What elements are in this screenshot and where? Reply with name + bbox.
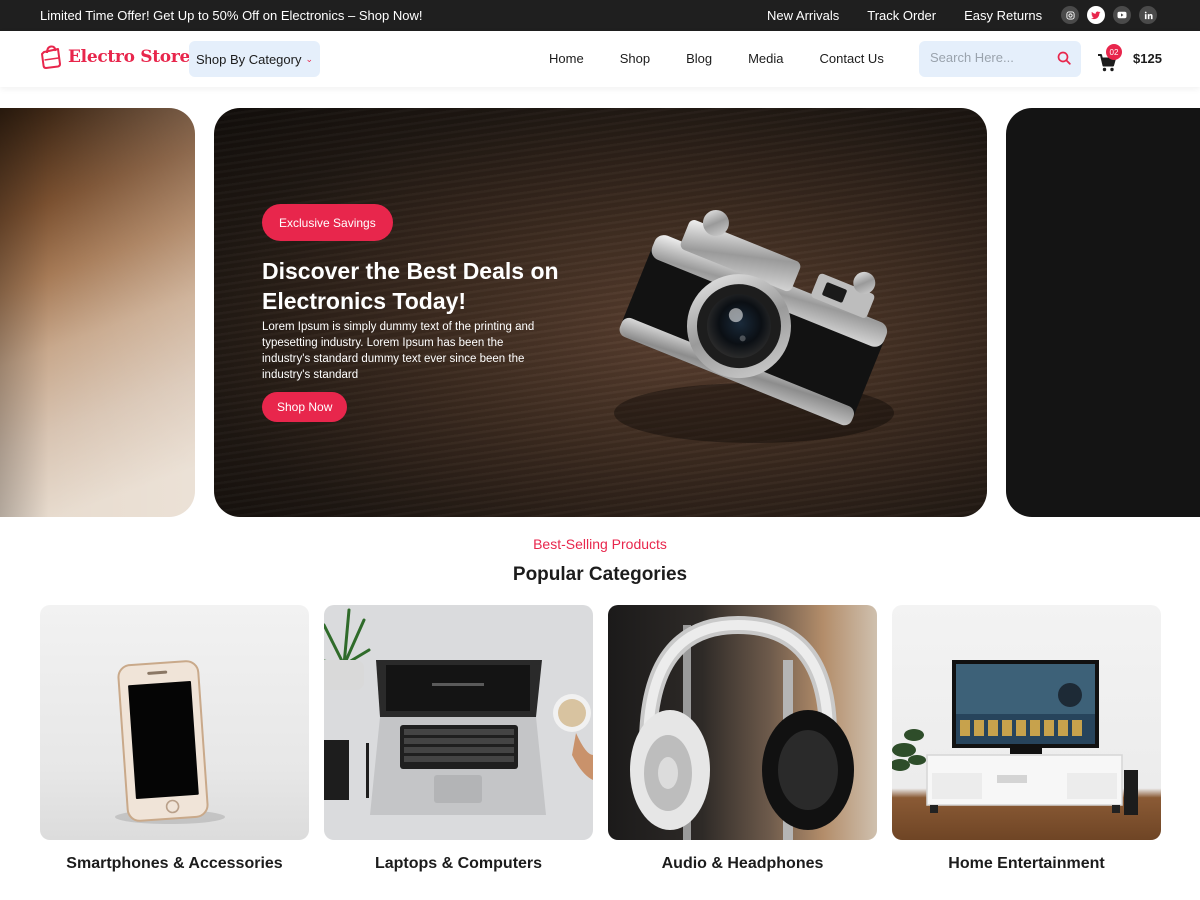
logo-text: Electro Store	[68, 47, 190, 67]
previous-slide[interactable]	[0, 108, 195, 517]
bag-logo-icon	[41, 45, 61, 69]
camera-image	[614, 209, 894, 443]
shop-now-button[interactable]: Shop Now	[262, 392, 348, 422]
category-label: Home Entertainment	[948, 855, 1105, 872]
cart-total: $125	[1133, 51, 1162, 66]
new-arrivals-link[interactable]: New Arrivals	[767, 8, 839, 23]
nav-contact-us[interactable]: Contact Us	[820, 51, 884, 66]
top-links: New Arrivals Track Order Easy Returns	[767, 8, 1042, 23]
next-slide[interactable]	[1006, 108, 1200, 517]
exclusive-savings-badge: Exclusive Savings	[262, 204, 393, 241]
category-card-audio[interactable]: Audio & Headphones	[608, 605, 877, 873]
section-title: Popular Categories	[512, 564, 688, 585]
smartphone-image	[40, 605, 309, 840]
twitter-icon[interactable]	[1087, 6, 1105, 24]
nav-blog[interactable]: Blog	[686, 51, 712, 66]
nav-media[interactable]: Media	[748, 51, 783, 66]
shop-by-category-label: Shop By Category	[195, 51, 302, 67]
category-cards: Smartphones & Accessories Laptops & Comp…	[40, 605, 1161, 873]
section-eyebrow: Best-Selling Products	[533, 536, 667, 552]
search-icon[interactable]	[1057, 51, 1071, 70]
chevron-down-icon: ⌄	[305, 53, 314, 64]
top-announcement-bar: Limited Time Offer! Get Up to 50% Off on…	[0, 0, 1200, 31]
offer-text[interactable]: Limited Time Offer! Get Up to 50% Off on…	[40, 8, 422, 23]
category-label: Laptops & Computers	[374, 855, 543, 872]
nav-shop[interactable]: Shop	[620, 51, 650, 66]
search-box	[919, 41, 1081, 77]
search-input[interactable]	[930, 50, 1050, 65]
main-nav: Home Shop Blog Media Contact Us	[549, 51, 920, 66]
category-label: Smartphones & Accessories	[66, 855, 283, 872]
logo[interactable]: Electro Store	[40, 45, 190, 69]
instagram-icon[interactable]	[1061, 6, 1079, 24]
shop-by-category-button[interactable]: Shop By Category ⌄	[189, 41, 320, 77]
category-card-home-entertainment[interactable]: Home Entertainment	[892, 605, 1161, 873]
category-label: Audio & Headphones	[661, 855, 824, 872]
category-card-laptops[interactable]: Laptops & Computers	[324, 605, 593, 873]
cart-count-badge: 02	[1106, 44, 1122, 60]
hero-title: Discover the Best Deals on Electronics T…	[262, 258, 559, 314]
linkedin-icon[interactable]	[1139, 6, 1157, 24]
track-order-link[interactable]: Track Order	[867, 8, 936, 23]
cart-button[interactable]: 02	[1097, 44, 1123, 73]
nav-home[interactable]: Home	[549, 51, 584, 66]
hero-slide: Exclusive Savings Discover the Best Deal…	[214, 108, 987, 517]
headphones-image	[608, 605, 877, 840]
youtube-icon[interactable]	[1113, 6, 1131, 24]
tv-image	[892, 605, 1161, 840]
hero-description: Lorem Ipsum is simply dummy text of the …	[262, 321, 535, 381]
main-header: Electro Store Shop By Category ⌄ Home Sh…	[0, 31, 1200, 87]
easy-returns-link[interactable]: Easy Returns	[964, 8, 1042, 23]
social-links	[1061, 6, 1157, 24]
category-card-smartphones[interactable]: Smartphones & Accessories	[40, 605, 309, 873]
laptop-image	[324, 605, 593, 840]
